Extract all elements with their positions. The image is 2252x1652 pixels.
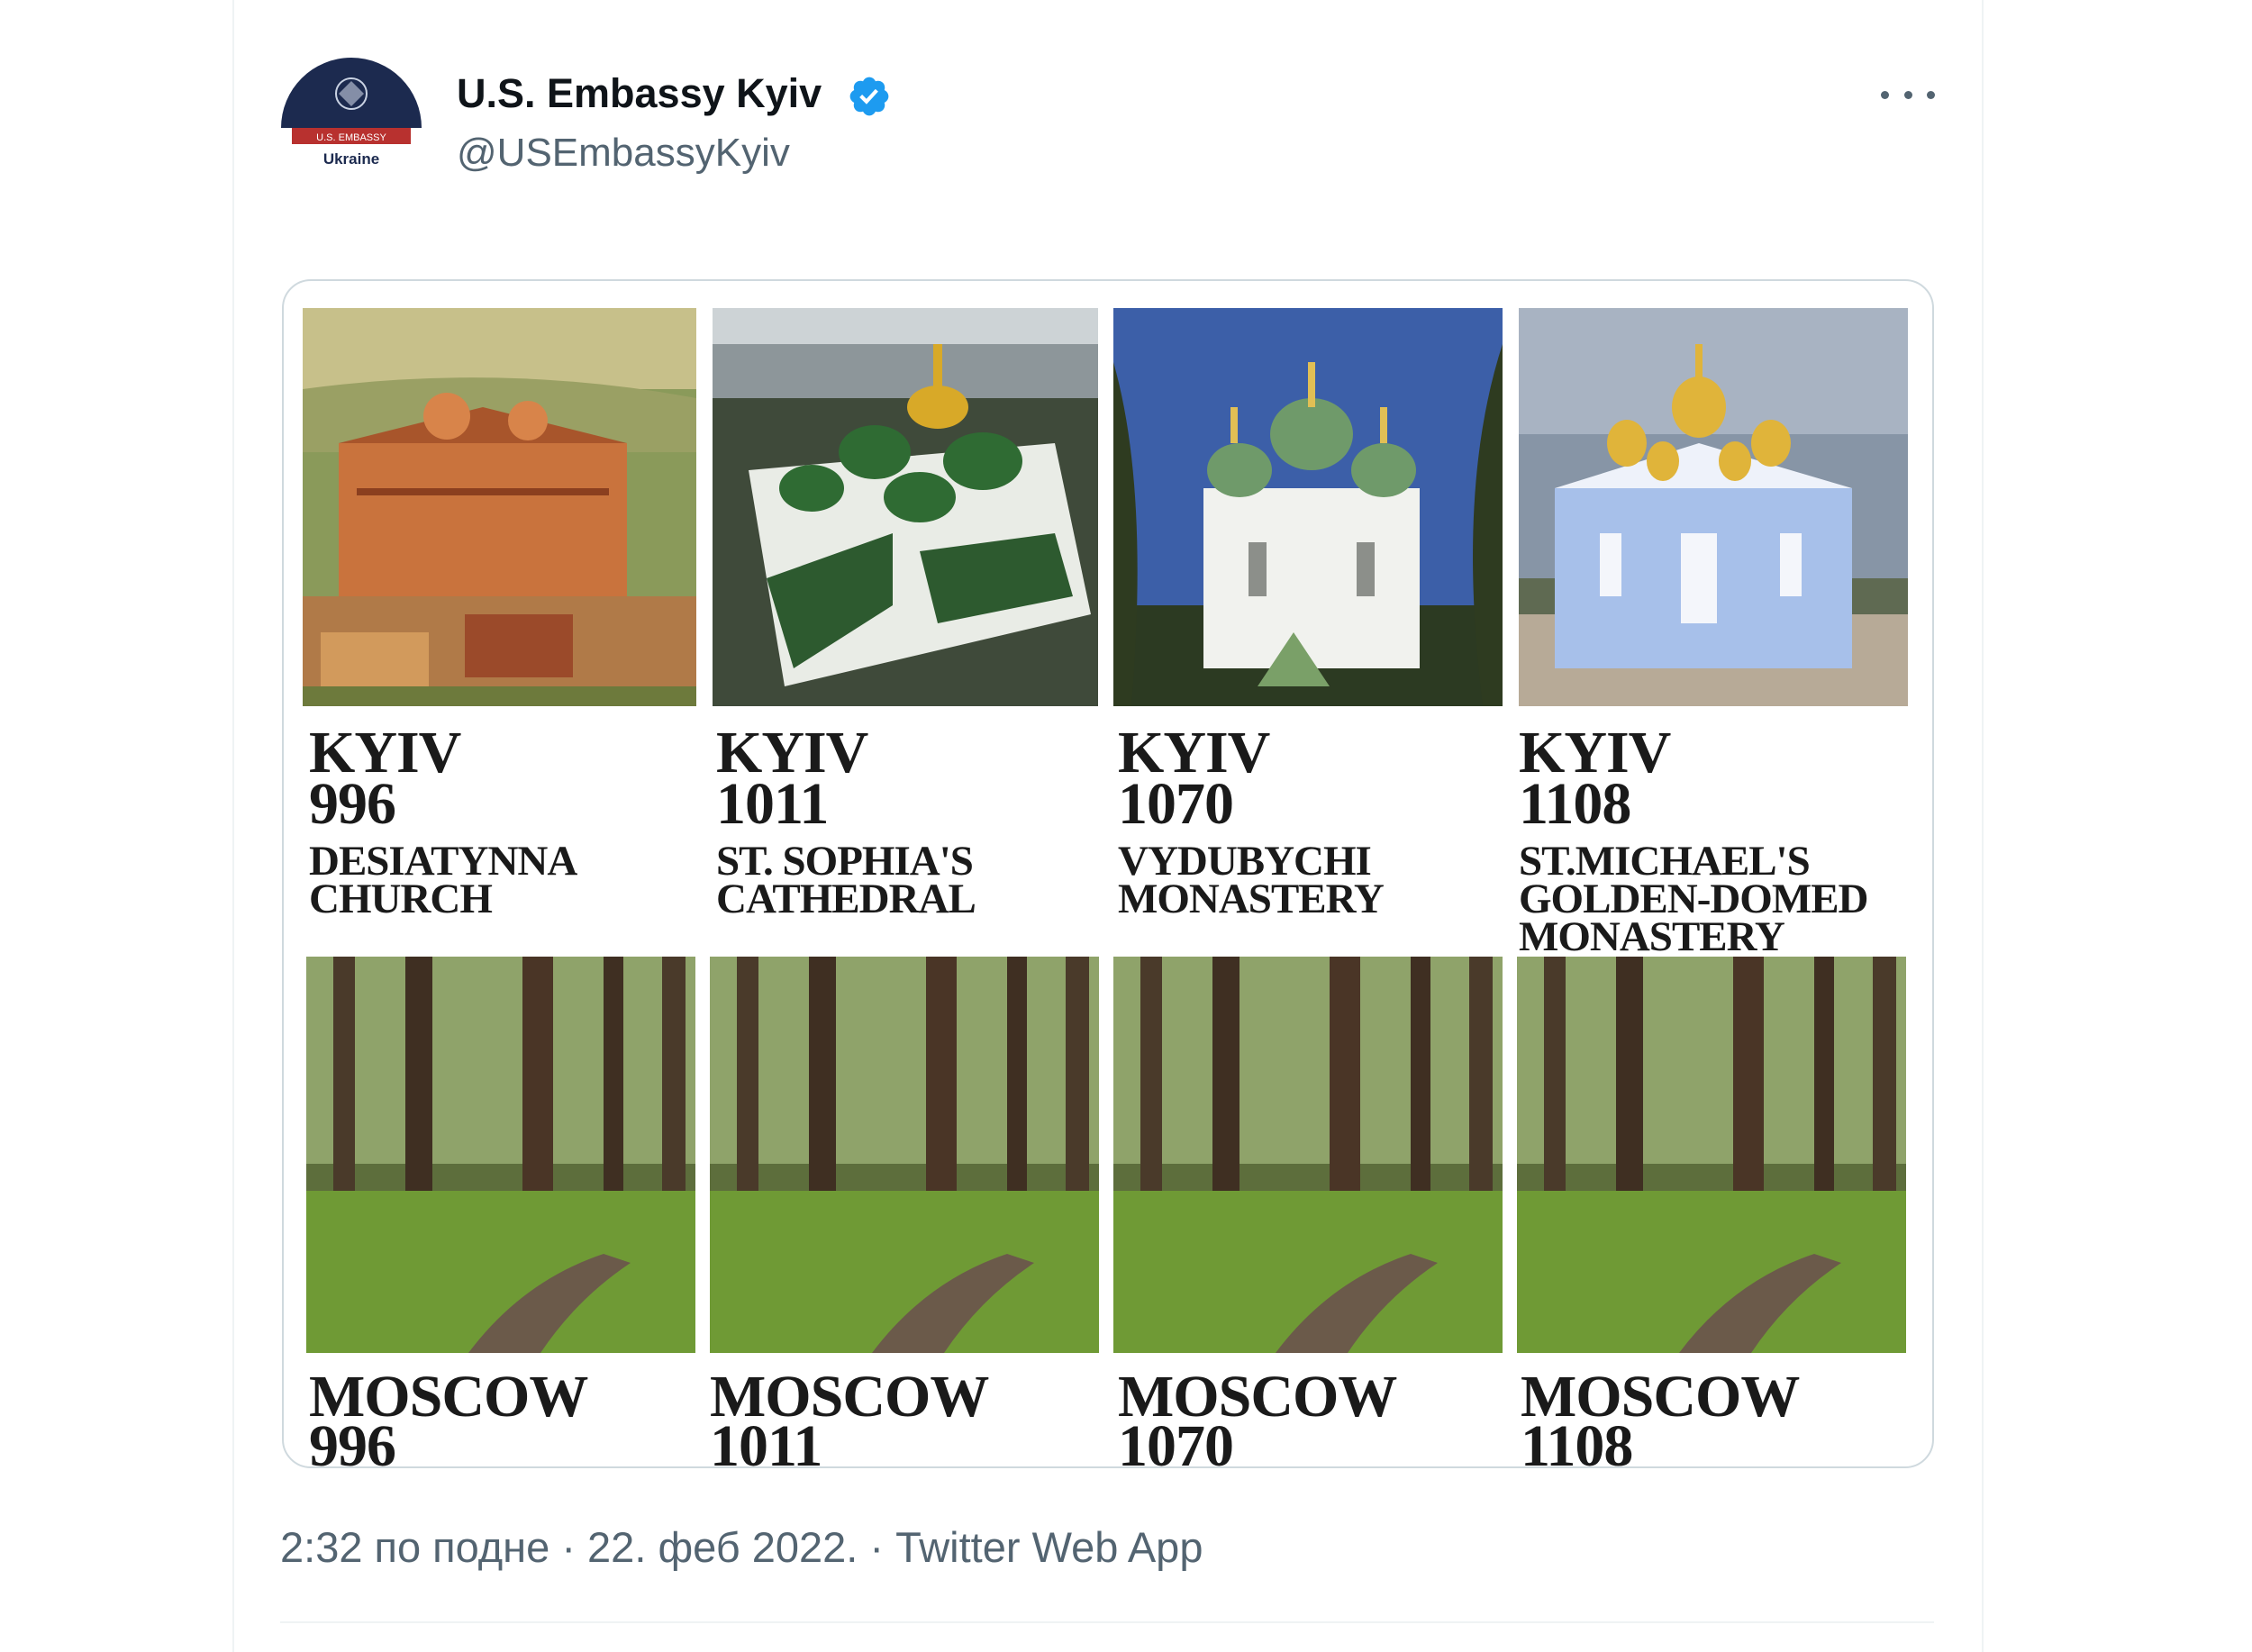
kyiv-year-label: 1011 [716,771,829,837]
separator: · [858,1523,896,1571]
moscow-year-label: 1070 [1118,1413,1234,1468]
dot [1881,90,1889,99]
kyiv-site-name: CHURCH [309,876,493,922]
moscow-year-label: 1108 [1521,1413,1633,1468]
author-handle[interactable]: @USEmbassyKyiv [457,131,790,176]
kyiv-year-label: 996 [309,771,396,837]
tweet-image[interactable]: KYIV 996 DESIATYNNA CHURCH KYIV 1011 ST.… [282,279,1934,1468]
kyiv-year-label: 1108 [1519,771,1631,837]
moscow-year-label: 1011 [710,1413,822,1468]
author-display-name[interactable]: U.S. Embassy Kyiv [457,70,822,117]
moscow-year-label: 996 [309,1413,396,1468]
tweet-metadata: 2:32 по подне · 22. феб 2022. · Twitter … [280,1522,1203,1572]
separator: · [549,1523,588,1571]
kyiv-site-name: MONASTERY [1519,913,1785,960]
verified-badge-icon[interactable] [847,74,892,119]
st-michaels-golden-domed-monastery-photo [1519,308,1908,706]
moscow-forest-photo [306,957,695,1353]
avatar-label-top: U.S. EMBASSY [316,132,386,143]
dot [1903,90,1912,99]
avatar-label-bottom: Ukraine [323,150,379,168]
more-options-icon[interactable] [1881,77,1935,113]
tweet-time[interactable]: 2:32 по подне [280,1523,549,1571]
author-avatar[interactable]: U.S. EMBASSY Ukraine [279,56,423,200]
tweet-date[interactable]: 22. феб 2022. [587,1523,858,1571]
vydubychi-monastery-photo [1113,308,1503,706]
desiatynna-church-photo [303,308,696,706]
kyiv-site-name: MONASTERY [1118,876,1385,922]
moscow-forest-photo [1517,957,1906,1353]
divider [280,1621,1934,1623]
moscow-forest-photo [710,957,1099,1353]
st-sophias-cathedral-photo [713,308,1098,706]
tweet-source-link[interactable]: Twitter Web App [895,1523,1203,1571]
kyiv-year-label: 1070 [1118,771,1234,837]
moscow-forest-photo [1113,957,1503,1353]
embassy-logo: U.S. EMBASSY Ukraine [279,56,423,200]
dot [1927,90,1935,99]
kyiv-site-name: CATHEDRAL [716,876,976,922]
